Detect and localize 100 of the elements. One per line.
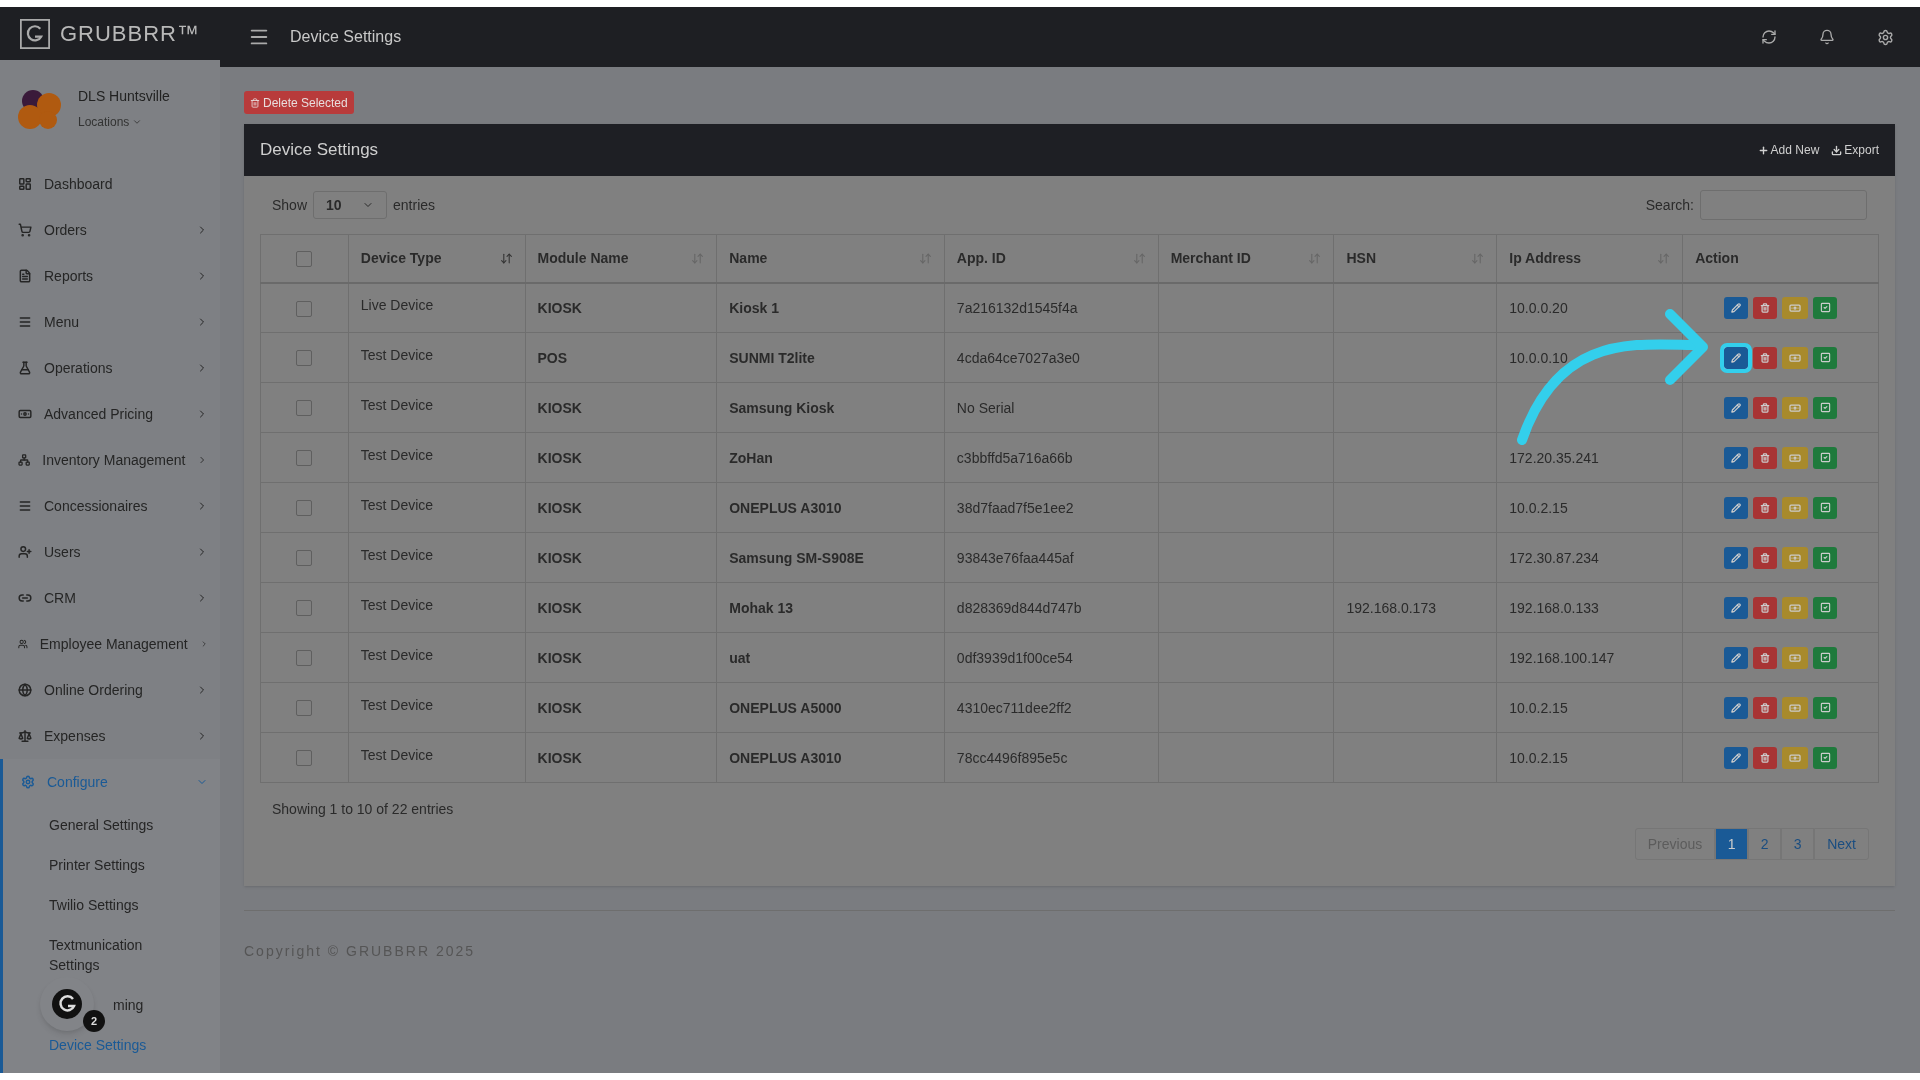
- delete-button[interactable]: [1753, 346, 1778, 369]
- flask-icon: [18, 361, 32, 375]
- submenu-item[interactable]: Twilio Settings: [49, 895, 139, 915]
- delete-selected-button[interactable]: Delete Selected: [244, 91, 354, 114]
- edit-button[interactable]: [1724, 746, 1749, 769]
- approve-button[interactable]: [1813, 446, 1838, 469]
- approve-button[interactable]: [1813, 496, 1838, 519]
- edit-button[interactable]: [1724, 646, 1749, 669]
- page-button[interactable]: 2: [1748, 828, 1782, 860]
- next-button[interactable]: Next: [1814, 828, 1869, 860]
- row-checkbox[interactable]: [296, 550, 313, 567]
- row-checkbox[interactable]: [296, 650, 313, 667]
- sidebar-item[interactable]: Employee Management: [0, 621, 220, 667]
- approve-button[interactable]: [1813, 746, 1838, 769]
- banknote-icon: [1789, 401, 1802, 414]
- column-header[interactable]: HSN: [1346, 247, 1376, 269]
- row-checkbox[interactable]: [296, 450, 313, 467]
- delete-button[interactable]: [1753, 746, 1778, 769]
- delete-button[interactable]: [1753, 296, 1778, 319]
- export-button[interactable]: Export: [1831, 141, 1879, 159]
- delete-button[interactable]: [1753, 646, 1778, 669]
- row-checkbox[interactable]: [296, 600, 313, 617]
- sidebar-item[interactable]: Online Ordering: [0, 667, 220, 713]
- banknote-icon: [1789, 451, 1802, 464]
- delete-button[interactable]: [1753, 546, 1778, 569]
- sidebar-item[interactable]: Orders: [0, 207, 220, 253]
- approve-button[interactable]: [1813, 396, 1838, 419]
- row-checkbox[interactable]: [296, 500, 313, 517]
- column-header[interactable]: App. ID: [956, 247, 1006, 269]
- approve-button[interactable]: [1813, 696, 1838, 719]
- submenu-item[interactable]: General Settings: [49, 815, 154, 835]
- settings-icon[interactable]: [1877, 28, 1894, 46]
- delete-button[interactable]: [1753, 596, 1778, 619]
- row-checkbox[interactable]: [296, 750, 313, 767]
- edit-button[interactable]: [1724, 696, 1749, 719]
- approve-button[interactable]: [1813, 646, 1838, 669]
- trash-icon: [1760, 652, 1771, 663]
- sidebar-item[interactable]: CRM: [0, 575, 220, 621]
- sidebar-item[interactable]: Advanced Pricing: [0, 391, 220, 437]
- checkbox-icon: [1819, 602, 1831, 613]
- cash-button[interactable]: [1782, 696, 1809, 719]
- delete-button[interactable]: [1753, 446, 1778, 469]
- submenu-item[interactable]: ming: [113, 995, 144, 1015]
- row-checkbox[interactable]: [296, 700, 313, 717]
- submenu-item[interactable]: Textmunication Settings: [49, 935, 163, 975]
- edit-button[interactable]: [1724, 446, 1749, 469]
- approve-button[interactable]: [1813, 346, 1838, 369]
- delete-button[interactable]: [1753, 696, 1778, 719]
- sidebar-item[interactable]: Expenses: [0, 713, 220, 759]
- submenu-item[interactable]: Printer Settings: [49, 855, 145, 875]
- table-cell: KIOSK: [537, 299, 582, 316]
- column-header[interactable]: Name: [729, 247, 768, 269]
- column-header[interactable]: Action: [1695, 247, 1739, 269]
- edit-button[interactable]: [1724, 546, 1749, 569]
- banknote-icon: [1789, 651, 1802, 664]
- table-cell: 192.168.0.133: [1509, 599, 1599, 616]
- row-checkbox[interactable]: [296, 350, 313, 367]
- row-checkbox[interactable]: [296, 400, 313, 417]
- table-cell: Mohak 13: [729, 599, 794, 616]
- edit-button[interactable]: [1724, 396, 1749, 419]
- cash-button[interactable]: [1782, 446, 1809, 469]
- sidebar-item[interactable]: Menu: [0, 299, 220, 345]
- cash-button[interactable]: [1782, 346, 1809, 369]
- locations-dropdown[interactable]: Locations: [78, 113, 143, 131]
- cash-button[interactable]: [1782, 396, 1809, 419]
- entries-select[interactable]: 10: [313, 191, 388, 219]
- table-cell: Test Device: [360, 646, 434, 663]
- column-header[interactable]: Ip Address: [1509, 247, 1582, 269]
- sidebar-item[interactable]: Operations: [0, 345, 220, 391]
- cash-button[interactable]: [1782, 496, 1809, 519]
- edit-button[interactable]: [1724, 596, 1749, 619]
- approve-button[interactable]: [1813, 296, 1838, 319]
- trash-icon: [1760, 552, 1771, 563]
- approve-button[interactable]: [1813, 596, 1838, 619]
- page-button[interactable]: 1: [1715, 828, 1749, 860]
- cash-button[interactable]: [1782, 646, 1809, 669]
- bell-icon[interactable]: [1819, 29, 1835, 45]
- edit-button[interactable]: [1724, 296, 1749, 319]
- cash-button[interactable]: [1782, 596, 1809, 619]
- row-checkbox[interactable]: [296, 300, 313, 317]
- refresh-icon[interactable]: [1761, 29, 1777, 45]
- checkbox-icon: [1819, 352, 1831, 363]
- cash-button[interactable]: [1782, 746, 1809, 769]
- page-button[interactable]: 3: [1781, 828, 1815, 860]
- add-new-button[interactable]: Add New: [1757, 141, 1820, 159]
- approve-button[interactable]: [1813, 546, 1838, 569]
- sidebar-item[interactable]: Concessionaires: [0, 483, 220, 529]
- cash-button[interactable]: [1782, 296, 1809, 319]
- sidebar-item[interactable]: Inventory Management: [0, 437, 220, 483]
- sort-icon[interactable]: [499, 251, 513, 265]
- select-all-checkbox[interactable]: [296, 251, 313, 267]
- sidebar-item[interactable]: Reports: [0, 253, 220, 299]
- sidebar-item[interactable]: Dashboard: [0, 161, 220, 207]
- delete-button[interactable]: [1753, 396, 1778, 419]
- edit-button[interactable]: [1724, 496, 1749, 519]
- delete-button[interactable]: [1753, 496, 1778, 519]
- table-cell: 0df3939d1f00ce54: [956, 649, 1073, 666]
- sidebar-item[interactable]: Users: [0, 529, 220, 575]
- banknote-icon: [1789, 751, 1802, 764]
- cash-button[interactable]: [1782, 546, 1809, 569]
